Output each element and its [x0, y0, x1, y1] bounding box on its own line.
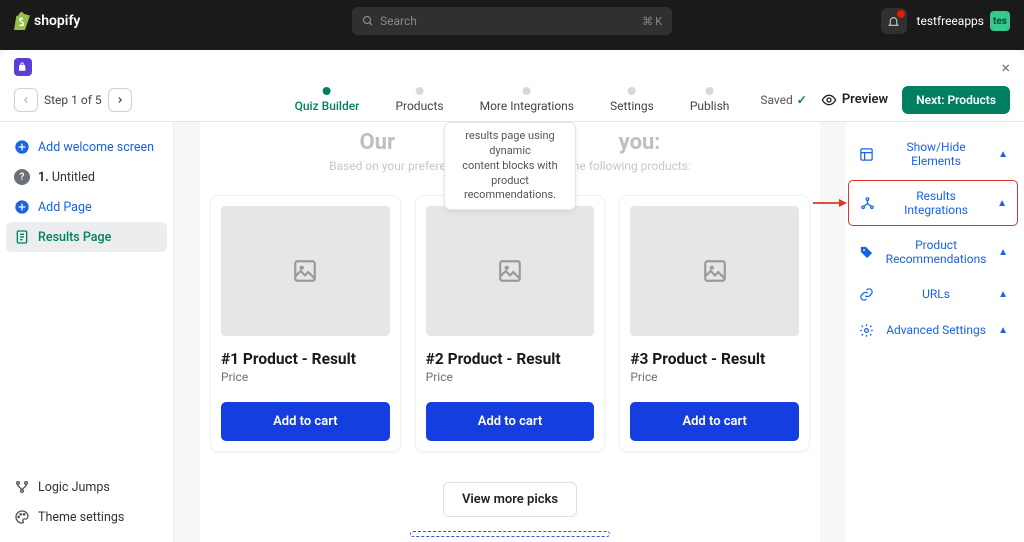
add-to-cart-button[interactable]: Add to cart — [426, 402, 595, 441]
builder-header: Step 1 of 5 Quiz Builder Products More I… — [0, 78, 1024, 122]
right-sidebar: Show/Hide Elements ▲ Results Integration… — [846, 122, 1024, 542]
close-button[interactable]: × — [1001, 58, 1010, 77]
product-card: #3 Product - Result Price Add to cart — [619, 195, 810, 452]
panel-urls[interactable]: URLs ▲ — [848, 278, 1018, 310]
user-avatar: tes — [990, 11, 1010, 31]
step-prev-button[interactable] — [14, 88, 38, 112]
shopify-top-bar: shopify Search ⌘ K testfreeapps tes — [0, 0, 1024, 42]
product-image-placeholder — [426, 206, 595, 336]
app-frame: × Step 1 of 5 Quiz Builder Products More… — [0, 50, 1024, 542]
branch-icon — [14, 479, 30, 495]
bag-icon — [18, 62, 28, 72]
tab-quiz-builder[interactable]: Quiz Builder — [295, 87, 360, 113]
panel-show-hide-elements[interactable]: Show/Hide Elements ▲ — [848, 132, 1018, 176]
caret-up-icon: ▲ — [997, 198, 1007, 209]
step-text: Step 1 of 5 — [44, 93, 102, 107]
search-icon — [362, 15, 374, 27]
search-input[interactable]: Search ⌘ K — [352, 7, 672, 35]
builder-tabs: Quiz Builder Products More Integrations … — [295, 87, 730, 113]
view-more-button[interactable]: View more picks — [443, 482, 577, 517]
tab-settings[interactable]: Settings — [610, 87, 654, 113]
sidebar-add-page[interactable]: Add Page — [6, 192, 167, 222]
caret-up-icon: ▲ — [998, 325, 1008, 336]
search-placeholder: Search — [380, 14, 417, 28]
step-next-button[interactable] — [108, 88, 132, 112]
image-icon — [497, 258, 523, 284]
preview-button[interactable]: Preview — [821, 92, 888, 108]
product-title: #3 Product - Result — [630, 350, 799, 368]
gear-icon — [858, 322, 874, 338]
caret-up-icon: ▲ — [998, 149, 1008, 160]
product-image-placeholder — [221, 206, 390, 336]
chevron-left-icon — [21, 95, 31, 105]
tab-publish[interactable]: Publish — [690, 87, 730, 113]
link-icon — [858, 286, 874, 302]
drop-zone[interactable] — [410, 531, 610, 537]
notifications-button[interactable] — [881, 8, 907, 34]
shortcut-cmd: ⌘ — [642, 15, 653, 28]
sidebar-results-page[interactable]: Results Page — [6, 222, 167, 252]
document-icon — [14, 229, 30, 245]
tab-products[interactable]: Products — [395, 87, 443, 113]
app-icon — [14, 58, 32, 76]
product-price: Price — [221, 370, 390, 384]
panel-advanced-settings[interactable]: Advanced Settings ▲ — [848, 314, 1018, 346]
arrow-right-icon — [813, 196, 847, 210]
user-menu[interactable]: testfreeapps tes — [917, 11, 1010, 31]
panel-product-recommendations[interactable]: Product Recommendations ▲ — [848, 230, 1018, 274]
tag-icon — [858, 244, 874, 260]
notification-badge — [897, 10, 905, 18]
palette-icon — [14, 509, 30, 525]
sidebar-logic-jumps[interactable]: Logic Jumps — [6, 472, 167, 502]
caret-up-icon: ▲ — [998, 289, 1008, 300]
add-to-cart-button[interactable]: Add to cart — [630, 402, 799, 441]
sidebar-item-untitled[interactable]: ? 1. Untitled — [6, 162, 167, 192]
chevron-right-icon — [115, 95, 125, 105]
eye-icon — [821, 92, 837, 108]
check-icon: ✓ — [797, 93, 807, 107]
username: testfreeapps — [917, 14, 984, 28]
product-price: Price — [426, 370, 595, 384]
product-title: #1 Product - Result — [221, 350, 390, 368]
product-image-placeholder — [630, 206, 799, 336]
caret-up-icon: ▲ — [998, 247, 1008, 258]
product-title: #2 Product - Result — [426, 350, 595, 368]
layout-icon — [858, 146, 874, 162]
image-icon — [702, 258, 728, 284]
shopify-bag-icon — [14, 12, 30, 30]
sidebar-theme-settings[interactable]: Theme settings — [6, 502, 167, 532]
product-card: #1 Product - Result Price Add to cart — [210, 195, 401, 452]
tab-more-integrations[interactable]: More Integrations — [480, 87, 574, 113]
canvas: results page using dynamic content block… — [174, 122, 846, 542]
tooltip: results page using dynamic content block… — [444, 122, 576, 210]
shopify-logo: shopify — [14, 12, 80, 30]
image-icon — [292, 258, 318, 284]
saved-indicator: Saved ✓ — [760, 93, 807, 107]
product-card: #2 Product - Result Price Add to cart — [415, 195, 606, 452]
shopify-brand-text: shopify — [34, 13, 80, 29]
panel-results-integrations[interactable]: Results Integrations ▲ — [848, 180, 1018, 226]
plus-circle-icon — [14, 199, 30, 215]
product-price: Price — [630, 370, 799, 384]
next-products-button[interactable]: Next: Products — [902, 86, 1010, 114]
integrations-icon — [859, 195, 875, 211]
shortcut-k: K — [655, 15, 662, 28]
left-sidebar: Add welcome screen ? 1. Untitled Add Pag… — [0, 122, 174, 542]
add-to-cart-button[interactable]: Add to cart — [221, 402, 390, 441]
question-mark-icon: ? — [14, 169, 30, 185]
sidebar-add-welcome[interactable]: Add welcome screen — [6, 132, 167, 162]
plus-circle-icon — [14, 139, 30, 155]
